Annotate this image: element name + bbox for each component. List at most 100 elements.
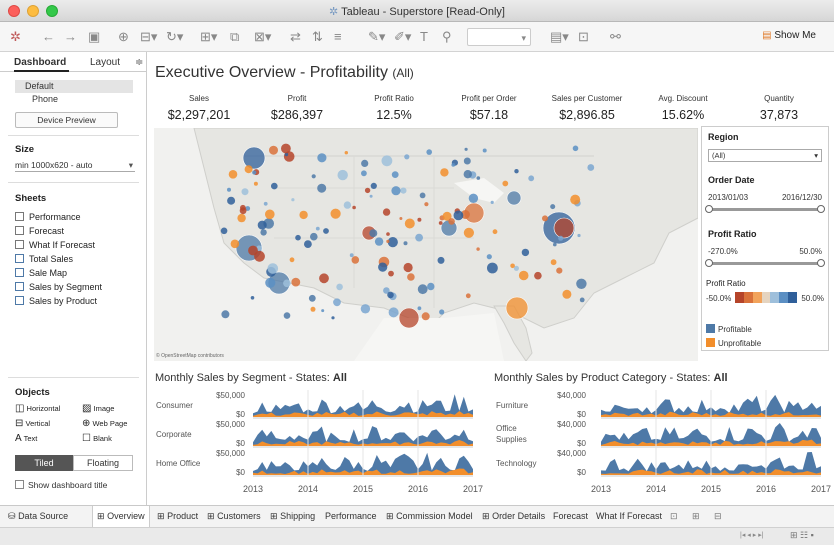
map-bubble[interactable] (417, 217, 422, 222)
clear-sheet-icon[interactable]: ⊠▾ (254, 28, 271, 46)
new-worksheet-tab-icon[interactable]: ⊡ (670, 511, 678, 522)
map-bubble[interactable] (250, 296, 255, 300)
label-icon[interactable]: T (420, 28, 428, 46)
map-bubble[interactable] (579, 297, 585, 303)
sheet-item[interactable]: Performance (15, 212, 81, 222)
highlight-icon[interactable]: ✎▾ (368, 28, 385, 46)
map-bubble[interactable] (439, 309, 445, 315)
tab-order-details[interactable]: ⊞ Order Details (482, 511, 545, 522)
map-bubble[interactable] (361, 159, 369, 167)
map-bubble[interactable] (407, 273, 415, 281)
map-bubble[interactable] (388, 307, 399, 318)
tab-commission-model[interactable]: ⊞ Commission Model (386, 511, 473, 522)
tab-performance[interactable]: Performance (325, 511, 377, 521)
map-bubble[interactable] (228, 170, 238, 179)
map-bubble[interactable] (299, 210, 308, 220)
map-bubble[interactable] (391, 171, 399, 178)
map-bubble[interactable] (490, 200, 494, 204)
map-bubble[interactable] (437, 256, 445, 264)
sheet-item[interactable]: Forecast (15, 226, 64, 236)
map-bubble[interactable] (271, 182, 278, 190)
map-bubble[interactable] (404, 218, 415, 229)
region-dropdown[interactable]: (All) ▾ (708, 149, 822, 162)
sheet-item[interactable]: What If Forecast (15, 240, 95, 250)
map-bubble[interactable] (476, 176, 481, 180)
sheet-item[interactable]: Sales by Product (15, 296, 97, 306)
map-bubble[interactable] (260, 229, 267, 236)
map-bubble[interactable] (505, 296, 529, 320)
slider-handle[interactable] (705, 205, 713, 213)
slider-handle[interactable] (817, 259, 825, 267)
map-bubble[interactable] (310, 232, 318, 241)
map-bubble[interactable] (308, 294, 316, 302)
object-web-page[interactable]: ⊕ Web Page (82, 418, 127, 429)
map-bubble[interactable] (391, 186, 401, 196)
profit-ratio-slider[interactable] (705, 259, 825, 267)
map-bubble[interactable] (550, 259, 557, 266)
map-bubble[interactable] (333, 298, 341, 307)
object-image[interactable]: ▨ Image (82, 403, 114, 414)
map-bubble[interactable] (421, 312, 430, 321)
map-bubble[interactable] (424, 202, 429, 207)
map-bubble[interactable] (242, 146, 266, 170)
map-bubble[interactable] (426, 149, 433, 155)
grid-view-icon[interactable]: ⊞ ☷ ▪ (790, 530, 814, 541)
map-bubble[interactable] (556, 267, 563, 274)
map-bubble[interactable] (518, 270, 529, 281)
map-bubble[interactable] (419, 192, 426, 199)
tab-product[interactable]: ⊞ Product (157, 511, 198, 522)
slider-handle[interactable] (705, 259, 713, 267)
tab-layout[interactable]: Layout (90, 57, 120, 68)
map-bubble[interactable] (323, 228, 329, 234)
map-bubble[interactable] (486, 254, 492, 260)
map-bubble[interactable] (283, 279, 291, 288)
nav-first-icon[interactable]: |◂ ◂ ▸ ▸| (740, 531, 764, 539)
map-bubble[interactable] (476, 247, 480, 251)
map-bubble[interactable] (482, 148, 487, 153)
map-bubble[interactable] (244, 165, 253, 174)
map-bubble[interactable] (310, 306, 316, 312)
map-bubble[interactable] (514, 169, 519, 174)
refresh-icon[interactable]: ↻▾ (166, 28, 183, 46)
map-bubble[interactable] (252, 170, 257, 175)
map-bubble[interactable] (370, 182, 377, 189)
map-bubble[interactable] (330, 208, 341, 219)
map-bubble[interactable] (317, 153, 327, 163)
map-bubble[interactable] (386, 232, 390, 236)
map-bubble[interactable] (269, 145, 278, 155)
map-bubble[interactable] (404, 154, 410, 160)
map-bubble[interactable] (453, 210, 464, 221)
new-dashboard-tab-icon[interactable]: ⊞ (692, 511, 700, 522)
map-bubble[interactable] (464, 147, 468, 151)
tab-menu-icon[interactable]: ≑ (135, 57, 143, 68)
map-bubble[interactable] (386, 239, 390, 243)
map-bubble[interactable] (364, 187, 371, 194)
map-bubble[interactable] (570, 194, 581, 205)
map-bubble[interactable] (572, 145, 579, 152)
map-bubble[interactable] (417, 306, 422, 311)
map-bubble[interactable] (344, 151, 348, 155)
floating-button[interactable]: Floating (73, 455, 133, 471)
map-bubble[interactable] (311, 174, 316, 179)
map-bubble[interactable] (253, 181, 258, 186)
redo-icon[interactable]: → (64, 28, 77, 46)
pause-updates-icon[interactable]: ⊟▾ (140, 28, 157, 46)
show-title-checkbox[interactable]: Show dashboard title (15, 480, 107, 490)
map-bubble[interactable] (506, 190, 522, 206)
map-bubble[interactable] (291, 198, 295, 202)
map-bubble[interactable] (360, 304, 371, 314)
map-bubble[interactable] (388, 270, 394, 277)
map-bubble[interactable] (352, 205, 356, 210)
group-icon[interactable]: ✐▾ (394, 28, 411, 46)
map-bubble[interactable] (463, 170, 472, 179)
map-bubble[interactable] (349, 253, 354, 258)
map-bubble[interactable] (465, 293, 471, 299)
map-bubble[interactable] (415, 233, 423, 242)
map-bubble[interactable] (220, 227, 228, 235)
legend-unprofitable[interactable]: Unprofitable (706, 338, 761, 348)
map-bubble[interactable] (240, 204, 246, 211)
map-bubble[interactable] (534, 271, 542, 280)
map-bubble[interactable] (440, 168, 449, 177)
map-bubble[interactable] (304, 240, 312, 248)
new-worksheet-icon[interactable]: ⊞▾ (200, 28, 217, 46)
